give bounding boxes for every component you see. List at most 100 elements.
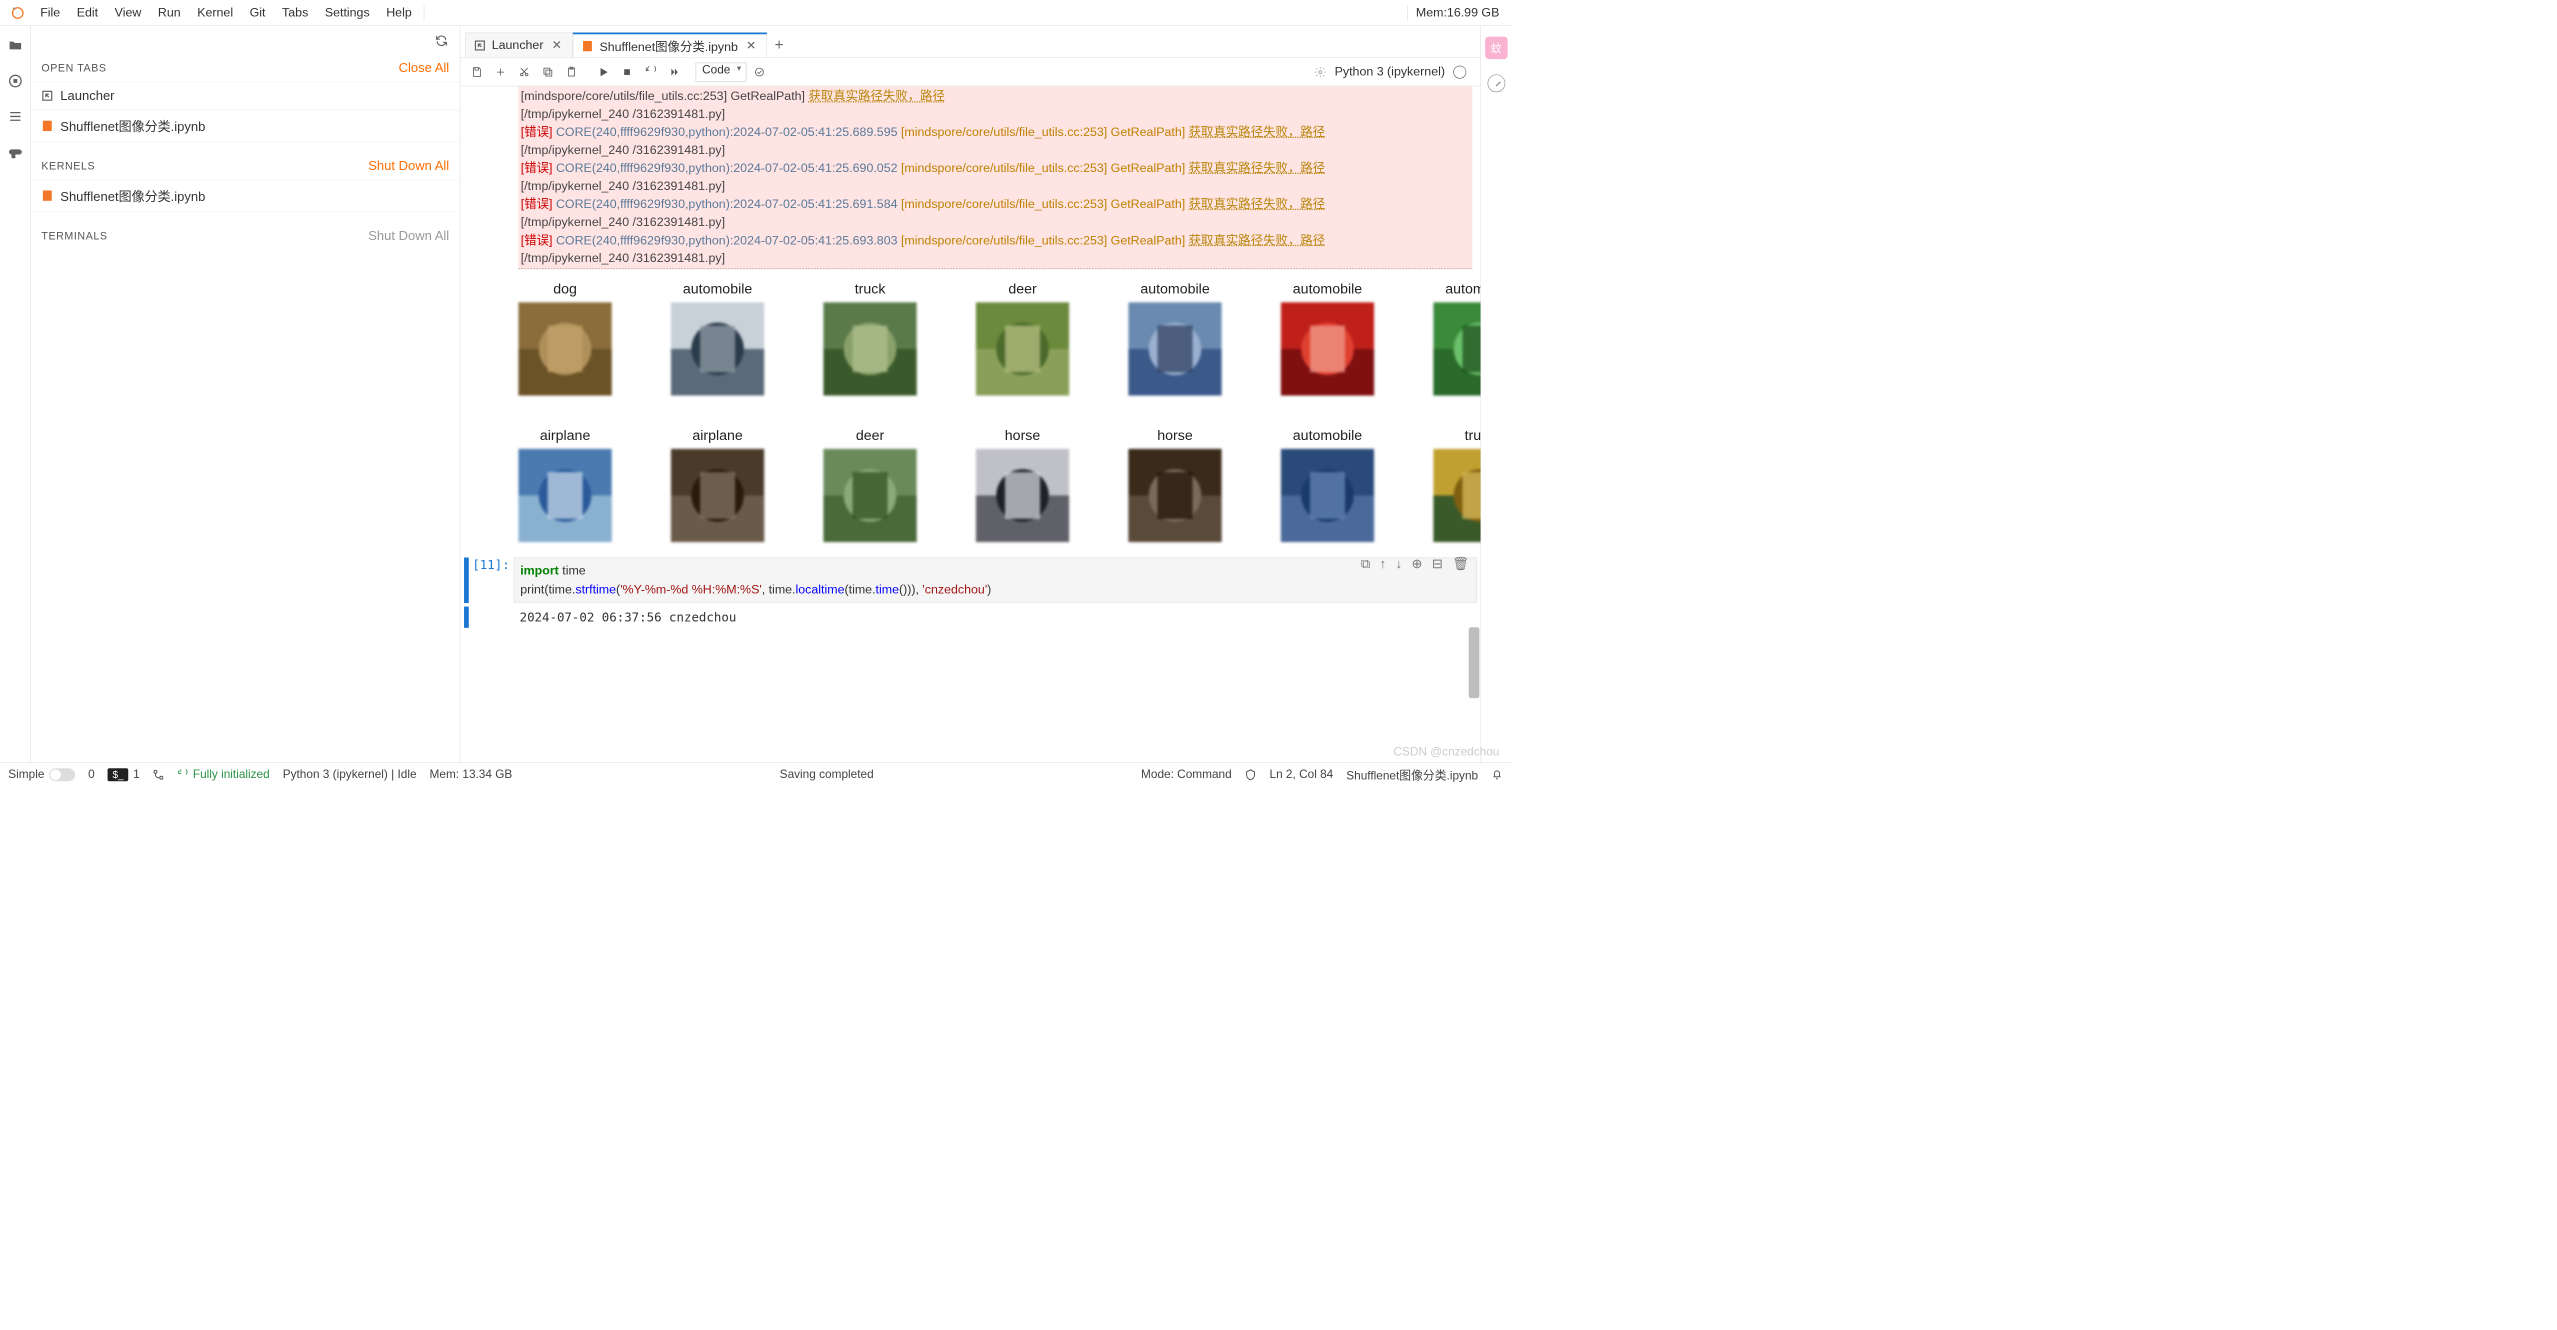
duplicate-icon[interactable]: ⧉ xyxy=(1361,556,1370,571)
render-button[interactable] xyxy=(749,61,770,82)
cell-collapse-bar[interactable] xyxy=(464,558,469,604)
menu-file[interactable]: File xyxy=(32,0,69,25)
tab-label: Launcher xyxy=(492,38,544,52)
kernel-item[interactable]: Shufflenet图像分类.ipynb xyxy=(31,180,460,212)
open-tab-item-launcher[interactable]: Launcher xyxy=(31,82,460,110)
simple-mode-label: Simple xyxy=(8,768,44,782)
cell-type-select[interactable]: Code xyxy=(696,62,747,81)
image-label: horse xyxy=(1157,428,1192,445)
kernel-status[interactable]: Python 3 (ipykernel) | Idle xyxy=(283,768,417,782)
close-icon[interactable]: ✕ xyxy=(744,38,759,53)
menubar: File Edit View Run Kernel Git Tabs Setti… xyxy=(0,0,1511,26)
restart-run-all-button[interactable] xyxy=(664,61,685,82)
simple-mode-toggle[interactable] xyxy=(49,768,75,781)
menu-settings[interactable]: Settings xyxy=(317,0,378,25)
output-collapse-bar[interactable] xyxy=(464,607,469,628)
image-label: deer xyxy=(1008,281,1036,298)
git-icon[interactable] xyxy=(153,769,165,781)
copy-button[interactable] xyxy=(537,61,558,82)
notebook-icon xyxy=(41,190,53,202)
delete-icon[interactable]: 🗑 xyxy=(1452,556,1469,571)
shutdown-all-terminals-button[interactable]: Shut Down All xyxy=(368,228,449,243)
debugger-icon[interactable]: 蚊 xyxy=(1485,37,1507,59)
add-cell-button[interactable] xyxy=(490,61,511,82)
lsp-status[interactable]: Fully initialized xyxy=(193,768,270,782)
image-grid-row-2: airplane airplane deer horse horse automobile… xyxy=(460,420,1480,549)
cursor-position[interactable]: Ln 2, Col 84 xyxy=(1270,768,1334,782)
status-bar: Simple 0 $_ 1 Fully initialized Python 3 … xyxy=(0,762,1511,786)
refresh-icon[interactable] xyxy=(435,34,448,47)
terminal-icon[interactable]: $_ xyxy=(108,768,129,781)
left-activity-bar xyxy=(0,26,31,762)
run-button[interactable] xyxy=(593,61,614,82)
shutdown-all-kernels-button[interactable]: Shut Down All xyxy=(368,158,449,173)
tab-notebook[interactable]: Shufflenet图像分类.ipynb ✕ xyxy=(573,33,767,58)
open-tab-label: Shufflenet图像分类.ipynb xyxy=(60,116,205,135)
menu-kernel[interactable]: Kernel xyxy=(189,0,241,25)
image-item: automobile xyxy=(1281,428,1374,543)
settings-icon[interactable] xyxy=(1315,66,1327,78)
image-item: automobile xyxy=(1281,281,1374,396)
terminal-count: 1 xyxy=(133,768,140,782)
menu-run[interactable]: Run xyxy=(150,0,189,25)
image-item: deer xyxy=(976,281,1069,396)
menu-tabs[interactable]: Tabs xyxy=(274,0,317,25)
running-sessions-panel: OPEN TABS Close All Launcher Shufflenet图… xyxy=(31,26,461,762)
running-icon[interactable] xyxy=(7,73,22,88)
tab-label: Shufflenet图像分类.ipynb xyxy=(599,37,737,55)
image-label: automobile xyxy=(1293,428,1362,445)
insert-above-icon[interactable]: ⊕ xyxy=(1411,556,1422,571)
notebook-toolbar: Code Python 3 (ipykernel) xyxy=(460,58,1480,86)
scrollbar-thumb[interactable] xyxy=(1469,627,1480,698)
insert-below-icon[interactable]: ⊟ xyxy=(1432,556,1443,571)
terminals-header: TERMINALS Shut Down All xyxy=(31,222,460,249)
code-cell[interactable]: [11]: ⧉ ↑ ↓ ⊕ ⊟ 🗑 import time print(time… xyxy=(464,558,1477,604)
code-editor[interactable]: import time print(time.strftime('%Y-%m-%… xyxy=(514,558,1477,604)
menu-git[interactable]: Git xyxy=(241,0,273,25)
toc-icon[interactable] xyxy=(7,109,22,124)
image-item: deer xyxy=(823,428,916,543)
tabs-count[interactable]: 0 xyxy=(88,768,95,782)
image-label: automobile xyxy=(683,281,752,298)
bell-icon[interactable] xyxy=(1491,769,1503,781)
notebook-body[interactable]: [mindspore/core/utils/file_utils.cc:253]… xyxy=(460,86,1480,762)
file-path[interactable]: Shufflenet图像分类.ipynb xyxy=(1346,766,1478,783)
close-all-button[interactable]: Close All xyxy=(399,60,450,75)
right-activity-bar: 蚊 xyxy=(1480,26,1511,762)
close-icon[interactable]: ✕ xyxy=(549,38,564,53)
image-label: horse xyxy=(1005,428,1040,445)
stop-button[interactable] xyxy=(616,61,637,82)
image-label: truck xyxy=(1464,428,1480,445)
image-label: truck xyxy=(855,281,886,298)
open-tab-item-notebook[interactable]: Shufflenet图像分类.ipynb xyxy=(31,110,460,142)
restart-button[interactable] xyxy=(640,61,661,82)
menu-edit[interactable]: Edit xyxy=(68,0,106,25)
kernels-header: KERNELS Shut Down All xyxy=(31,152,460,179)
kernel-status-icon[interactable] xyxy=(1453,65,1466,78)
image-label: airplane xyxy=(540,428,590,445)
new-tab-button[interactable]: + xyxy=(767,33,791,58)
folder-icon[interactable] xyxy=(7,38,22,53)
image-item: horse xyxy=(1128,428,1221,543)
move-down-icon[interactable]: ↓ xyxy=(1395,556,1402,571)
trust-icon[interactable] xyxy=(1245,769,1257,781)
tab-bar: Launcher ✕ Shufflenet图像分类.ipynb ✕ + xyxy=(460,26,1480,58)
jupyter-logo-icon xyxy=(9,4,26,21)
extensions-icon[interactable] xyxy=(7,144,22,159)
image-label: automobile xyxy=(1293,281,1362,298)
save-button[interactable] xyxy=(466,61,487,82)
editor-mode[interactable]: Mode: Command xyxy=(1141,768,1232,782)
image-item: airplane xyxy=(671,428,764,543)
notebook-icon xyxy=(582,40,594,52)
kernel-name-label[interactable]: Python 3 (ipykernel) xyxy=(1335,65,1445,79)
cut-button[interactable] xyxy=(514,61,535,82)
move-up-icon[interactable]: ↑ xyxy=(1380,556,1387,571)
menu-view[interactable]: View xyxy=(106,0,149,25)
menu-help[interactable]: Help xyxy=(378,0,420,25)
cell-toolbar: ⧉ ↑ ↓ ⊕ ⊟ 🗑 xyxy=(1361,556,1469,571)
memory-status: Mem: 13.34 GB xyxy=(430,768,513,782)
menu-separator xyxy=(424,4,425,21)
paste-button[interactable] xyxy=(561,61,582,82)
tab-launcher[interactable]: Launcher ✕ xyxy=(465,33,573,58)
gauge-icon[interactable] xyxy=(1487,74,1505,92)
